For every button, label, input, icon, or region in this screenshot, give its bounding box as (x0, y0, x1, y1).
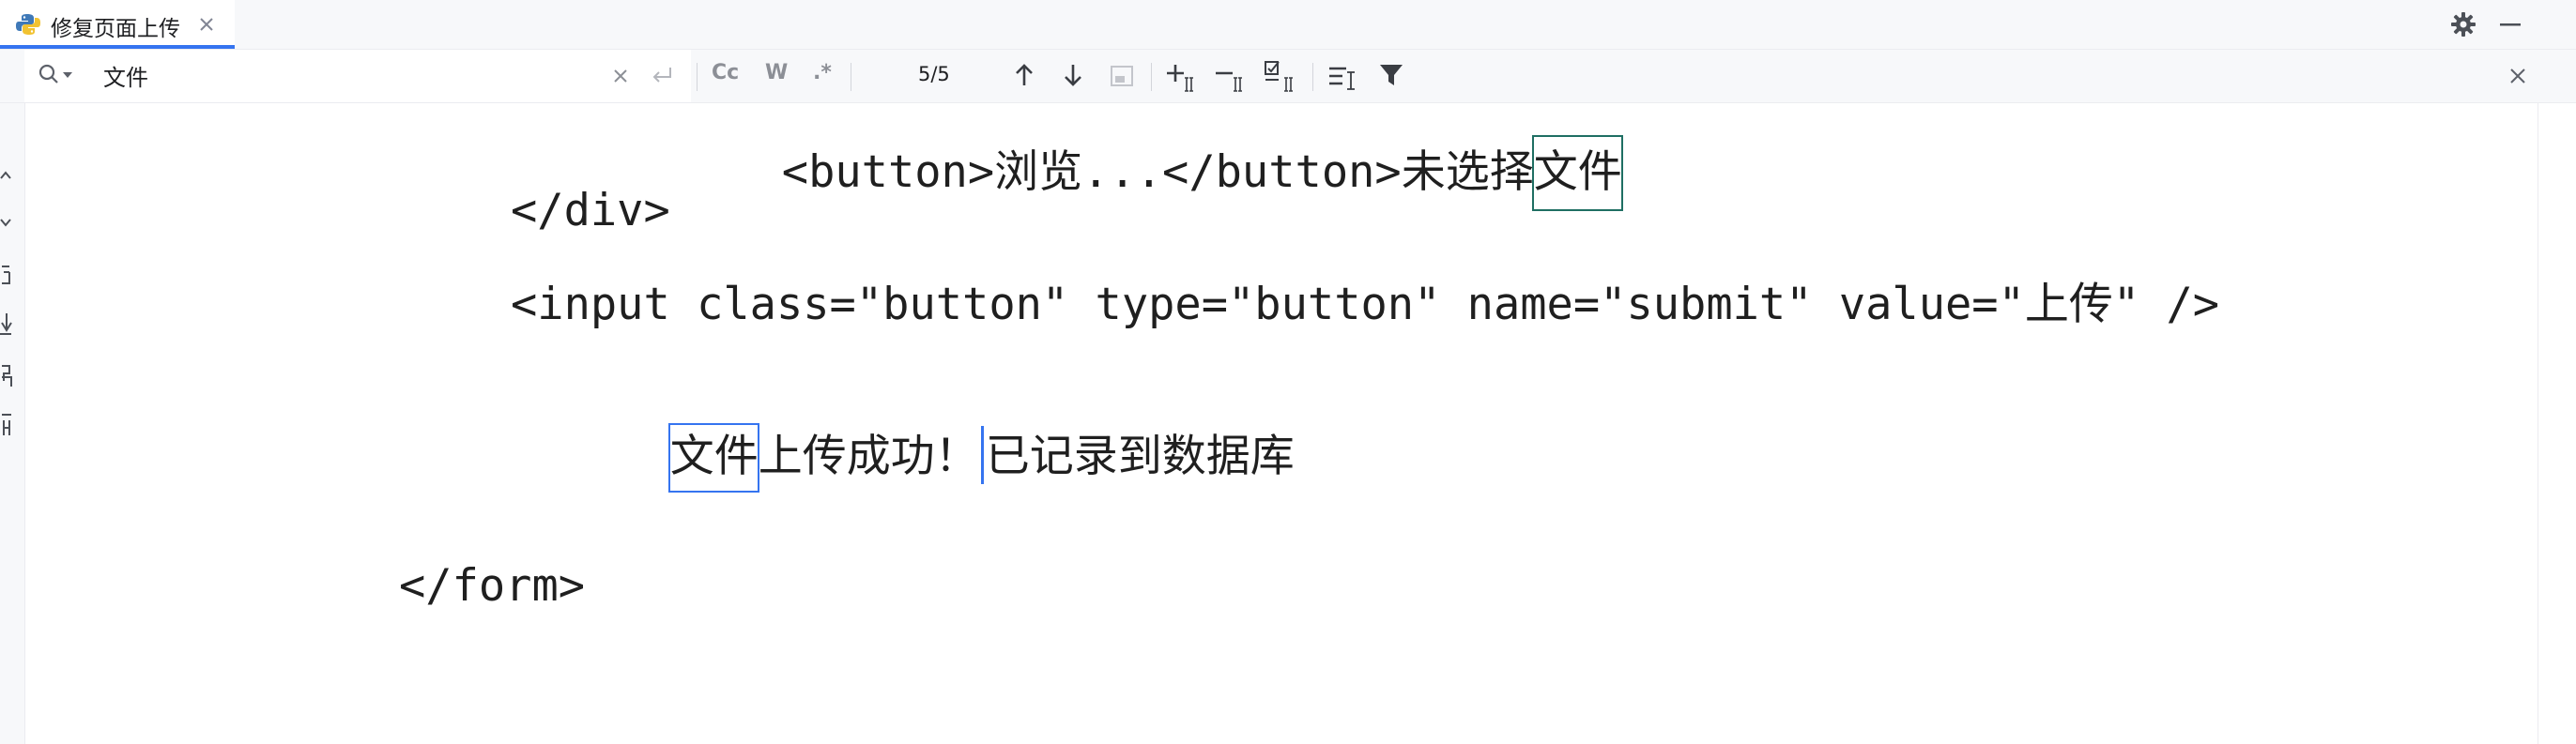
minimize-icon[interactable] (2497, 11, 2523, 38)
python-file-icon (16, 14, 40, 35)
close-find-bar-icon[interactable] (2507, 65, 2529, 87)
code-text: <button>浏览...</button>未选择 (781, 146, 1534, 198)
code-editor[interactable]: <button>浏览...</button>未选择文件 </div> <inpu… (25, 103, 2538, 744)
search-history-dropdown-icon[interactable] (62, 70, 73, 80)
ide-window: 修复页面上传 文件 Cc W .* 5/5 <button>浏览...</but… (0, 0, 2576, 744)
find-bar: Cc W .* 5/5 (0, 50, 2576, 103)
in-selection-icon[interactable] (1327, 61, 1359, 91)
code-line-3: <input class="button" type="button" name… (511, 279, 2220, 330)
clear-search-icon[interactable] (611, 67, 630, 85)
code-line-1: <button>浏览...</button>未选择文件 (622, 103, 1623, 211)
pull-requests-icon[interactable] (0, 311, 13, 338)
code-text: 上传成功！ (758, 431, 979, 482)
text-caret (980, 426, 984, 484)
close-icon[interactable] (196, 14, 217, 35)
search-input[interactable] (103, 59, 610, 91)
filter-search-results-icon[interactable] (1109, 63, 1135, 89)
structure-icon[interactable] (0, 265, 13, 289)
gear-icon[interactable] (2450, 11, 2476, 38)
search-icon[interactable] (38, 63, 60, 85)
chevron-up-icon[interactable] (0, 169, 13, 182)
regex-toggle[interactable]: .* (813, 61, 832, 84)
python-packages-icon[interactable] (0, 364, 13, 390)
new-line-icon[interactable] (650, 65, 674, 87)
active-tab-indicator (0, 45, 235, 49)
add-occurrence-icon[interactable] (1166, 61, 1202, 93)
separator (1312, 63, 1313, 91)
tool-window-strip (0, 103, 25, 744)
match-count: 5/5 (918, 63, 950, 85)
editor-tab[interactable]: 修复页面上传 (0, 0, 235, 49)
bookmarks-icon[interactable] (0, 413, 13, 437)
editor-tab-label: 修复页面上传 (51, 17, 180, 41)
search-field[interactable] (24, 50, 691, 102)
select-all-occurrences-icon[interactable] (1264, 59, 1301, 93)
match-case-toggle[interactable]: Cc (712, 61, 739, 84)
code-text: 已记录到数据库 (985, 431, 1295, 482)
code-line-4: 文件 上传成功！ 已记录到数据库 (511, 370, 1295, 493)
chevron-down-icon[interactable] (0, 216, 13, 229)
separator (697, 63, 698, 91)
search-match-current[interactable]: 文件 (667, 423, 759, 493)
editor-tab-bar: 修复页面上传 (0, 0, 2576, 50)
separator (1151, 63, 1152, 91)
whole-words-toggle[interactable]: W (765, 61, 788, 84)
code-line-5: </form> (399, 560, 586, 612)
search-match[interactable]: 文件 (1531, 135, 1623, 211)
previous-occurrence-icon[interactable] (1011, 61, 1037, 89)
remove-occurrence-icon[interactable] (1215, 61, 1250, 93)
code-line-2: </div> (511, 185, 670, 236)
next-occurrence-icon[interactable] (1060, 61, 1086, 89)
filter-icon[interactable] (1378, 61, 1404, 89)
